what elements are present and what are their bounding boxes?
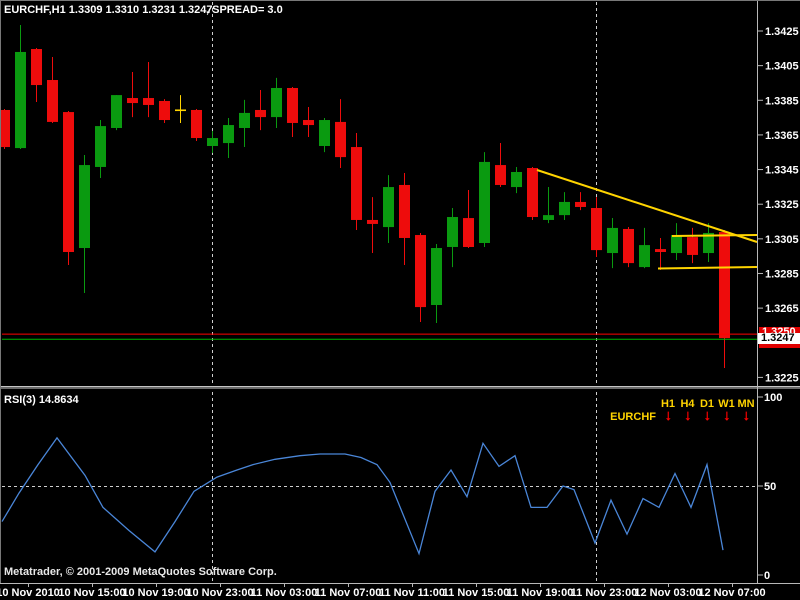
- candle-body: [623, 229, 634, 263]
- rsi-axis-label: 50: [764, 481, 776, 493]
- price-axis-label: 1.3325: [765, 199, 799, 211]
- candle-body: [159, 101, 170, 120]
- clipped-price-box: [759, 344, 800, 348]
- candle-body: [671, 235, 682, 253]
- time-axis-label: 11 Nov 07:00: [315, 587, 382, 599]
- price-axis-label: 1.3405: [765, 61, 799, 73]
- candle-body: [687, 237, 698, 255]
- candle-body: [175, 109, 186, 111]
- candle-body: [559, 202, 570, 215]
- time-axis-label: 10 Nov 15:00: [58, 587, 125, 599]
- time-axis-label: 11 Nov 15:00: [443, 587, 510, 599]
- candle-body: [639, 245, 650, 267]
- candle-body: [575, 202, 586, 207]
- candle-body: [655, 249, 666, 252]
- rsi-line: [2, 438, 723, 554]
- candle-body: [335, 122, 346, 157]
- price-axis-label: 1.3265: [765, 303, 799, 315]
- symbol-label: EURCHF: [606, 411, 656, 423]
- candle-body: [527, 168, 538, 217]
- candle-body: [543, 215, 554, 220]
- candle-body: [415, 235, 426, 307]
- candle-body: [63, 112, 74, 252]
- metatrader-chart-window: 1.3425 1.3405 1.3385 1.3365 1.3345 1.3325 1.33…: [0, 0, 800, 600]
- chart-canvas: 1.3425 1.3405 1.3385 1.3365 1.3345 1.3325 1.33…: [0, 0, 800, 600]
- candle-body: [143, 98, 154, 105]
- time-axis-label: 10 Nov 23:00: [186, 587, 253, 599]
- candle-body: [607, 228, 618, 253]
- candle-body: [79, 165, 90, 248]
- candle-body: [287, 88, 298, 123]
- candle-body: [495, 165, 506, 185]
- candle-body: [399, 185, 410, 238]
- candle-body: [319, 120, 330, 146]
- candle-body: [239, 113, 250, 128]
- price-axis-label: 1.3225: [765, 372, 799, 384]
- time-axis-label: 10 Nov 19:00: [122, 587, 189, 599]
- candle-body: [511, 172, 522, 187]
- candle-body: [47, 80, 58, 122]
- price-axis-label: 1.3305: [765, 234, 799, 246]
- price-axis-label: 1.3365: [765, 130, 799, 142]
- price-axis-label: 1.3425: [765, 26, 799, 38]
- time-axis-label: 11 Nov 03:00: [251, 587, 318, 599]
- candle-body: [95, 126, 106, 167]
- candle-body: [463, 218, 474, 247]
- candle-body: [15, 52, 26, 148]
- candle-body: [207, 138, 218, 146]
- candle-body: [31, 49, 42, 85]
- copyright-text: Metatrader, © 2001-2009 MetaQuotes Softw…: [4, 566, 277, 578]
- time-axis-label: 11 Nov 23:00: [571, 587, 638, 599]
- candle-body: [127, 98, 138, 103]
- price-axis-label: 1.3385: [765, 95, 799, 107]
- candle-body: [367, 220, 378, 224]
- price-axis-label: 1.3285: [765, 268, 799, 280]
- candle-body: [383, 187, 394, 227]
- time-axis-label: 11 Nov 19:00: [507, 587, 574, 599]
- candle-body: [479, 162, 490, 243]
- last-price-box: 1.3247: [758, 333, 800, 344]
- rsi-axis-label: 100: [764, 392, 782, 404]
- rsi-axis-label: 0: [764, 570, 770, 582]
- resistance-line: [672, 235, 757, 236]
- candle-body: [447, 217, 458, 247]
- candle-body: [431, 248, 442, 305]
- time-axis-label: 10 Nov 2010: [0, 587, 60, 599]
- candle-body: [223, 125, 234, 143]
- spread-label: , SPREAD= 3.0: [206, 4, 283, 16]
- price-axis-label: 1.3345: [765, 165, 799, 177]
- candle-body: [591, 208, 602, 250]
- time-axis-label: 12 Nov 07:00: [698, 587, 765, 599]
- candle-body: [0, 110, 10, 147]
- candle-body: [351, 147, 362, 220]
- candle-body: [303, 120, 314, 125]
- candle-body: [719, 232, 730, 338]
- candle-body: [191, 110, 202, 138]
- candle-body: [255, 110, 266, 117]
- time-axis-label: 11 Nov 11:00: [379, 587, 445, 599]
- support-line: [658, 267, 757, 269]
- trend-down-arrow-icon-mn: ↓: [734, 408, 758, 423]
- rsi-indicator-label: RSI(3) 14.8634: [4, 394, 79, 406]
- quote-line: EURCHF,H1 1.3309 1.3310 1.3231 1.3247: [4, 4, 213, 16]
- candle-body: [271, 88, 282, 117]
- candle-body: [111, 95, 122, 128]
- time-axis-label: 12 Nov 03:00: [634, 587, 701, 599]
